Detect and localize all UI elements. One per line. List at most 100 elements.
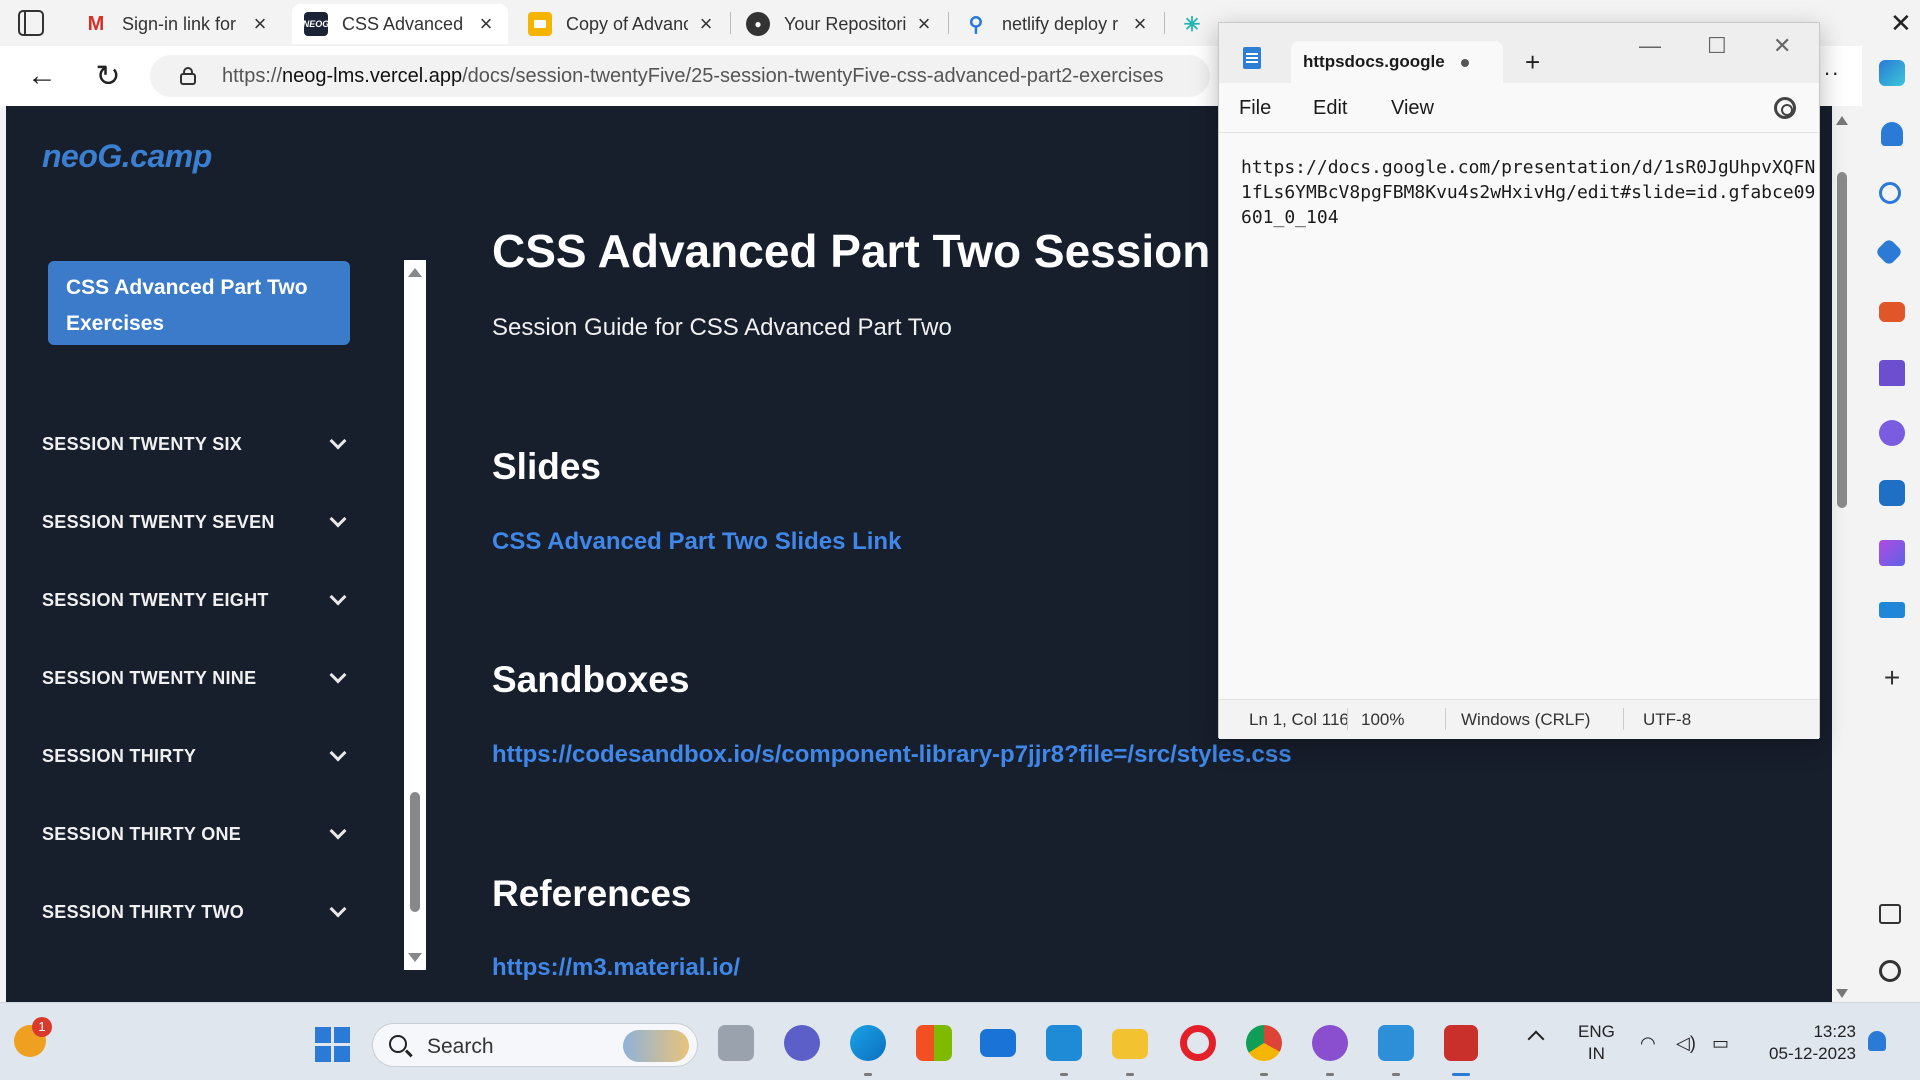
wifi-icon[interactable]: ◠ xyxy=(1640,1033,1656,1054)
scroll-down-arrow-icon[interactable] xyxy=(408,953,422,962)
neog-camp-logo[interactable]: neoG.camp xyxy=(42,138,212,175)
chevron-down-icon xyxy=(329,432,347,450)
close-icon[interactable]: ✕ xyxy=(1773,33,1791,59)
input-language[interactable]: ENG IN xyxy=(1578,1021,1615,1065)
sidebar-active-item[interactable]: CSS Advanced Part Two Exercises xyxy=(48,261,350,345)
outlook-icon[interactable] xyxy=(1879,480,1905,506)
menu-view[interactable]: View xyxy=(1391,97,1434,120)
slides-link[interactable]: CSS Advanced Part Two Slides Link xyxy=(492,528,901,556)
start-windows-icon[interactable] xyxy=(315,1027,351,1063)
window-close-icon[interactable]: ✕ xyxy=(1890,8,1912,39)
search-icon[interactable] xyxy=(1879,182,1901,204)
add-icon[interactable]: + xyxy=(1879,664,1905,692)
encoding[interactable]: UTF-8 xyxy=(1643,710,1691,730)
page-scrollbar[interactable] xyxy=(1832,106,1852,1002)
folder-icon[interactable] xyxy=(1112,1029,1148,1059)
toolbox-icon[interactable] xyxy=(1879,302,1905,322)
sidebar-toggle-icon[interactable] xyxy=(1879,904,1901,924)
tab-slides[interactable]: Copy of Advanc × xyxy=(516,4,728,44)
notepad-titlebar[interactable]: httpsdocs.google + — ☐ ✕ xyxy=(1219,23,1819,83)
sidebar-item-label: SESSION THIRTY ONE xyxy=(42,823,242,844)
running-indicator xyxy=(1260,1073,1268,1076)
gmail-icon: M xyxy=(87,12,105,35)
battery-icon[interactable]: ▭ xyxy=(1712,1033,1729,1054)
scroll-up-arrow-icon[interactable] xyxy=(1836,116,1848,125)
designer-icon[interactable] xyxy=(1879,540,1905,566)
store-icon[interactable] xyxy=(916,1025,952,1061)
menu-file[interactable]: File xyxy=(1239,97,1271,120)
sidebar-item-session-31[interactable]: SESSION THIRTY ONE xyxy=(42,816,352,852)
cursor-position: Ln 1, Col 116 xyxy=(1249,710,1349,729)
tab-css-advanced[interactable]: NEOG CSS Advanced × xyxy=(292,4,508,44)
taskbar-search[interactable]: Search xyxy=(372,1023,698,1067)
settings-gear-icon[interactable] xyxy=(1774,97,1796,119)
sidebar-item-session-29[interactable]: SESSION TWENTY NINE xyxy=(42,660,352,696)
notepad-tab-label: httpsdocs.google xyxy=(1303,52,1445,71)
chevron-down-icon xyxy=(329,822,347,840)
notification-bell-icon[interactable] xyxy=(1868,1031,1886,1051)
volume-icon[interactable]: ◁) xyxy=(1676,1033,1696,1054)
sandbox-link[interactable]: https://codesandbox.io/s/component-libra… xyxy=(492,741,1292,769)
notepad-app-icon xyxy=(1243,47,1261,69)
scroll-up-arrow-icon[interactable] xyxy=(408,268,422,277)
close-icon[interactable]: × xyxy=(1130,11,1150,37)
tab-gmail[interactable]: M Sign-in link for × xyxy=(72,4,282,44)
minimize-icon[interactable]: — xyxy=(1639,33,1661,59)
sidebar-item-session-27[interactable]: SESSION TWENTY SEVEN xyxy=(42,504,352,540)
notepad-tab[interactable]: httpsdocs.google xyxy=(1291,41,1503,83)
scrollbar-thumb[interactable] xyxy=(410,792,420,912)
menu-edit[interactable]: Edit xyxy=(1313,97,1347,120)
sidebar-item-label: SESSION TWENTY SEVEN xyxy=(42,511,275,532)
scroll-down-arrow-icon[interactable] xyxy=(1836,989,1848,998)
close-icon[interactable]: × xyxy=(476,11,496,37)
games-icon[interactable] xyxy=(1879,360,1905,386)
bell-icon[interactable] xyxy=(1881,122,1903,146)
close-icon[interactable]: × xyxy=(696,11,716,37)
sidebar-item-session-28[interactable]: SESSION TWENTY EIGHT xyxy=(42,582,352,618)
system-clock[interactable]: 13:23 05-12-2023 xyxy=(1760,1021,1856,1065)
task-view-icon[interactable] xyxy=(718,1025,754,1061)
back-arrow-icon[interactable]: ← xyxy=(24,59,60,92)
opera-icon[interactable] xyxy=(1180,1025,1216,1061)
sidebar-item-session-32[interactable]: SESSION THIRTY TWO xyxy=(42,894,352,930)
close-icon[interactable]: × xyxy=(914,11,934,37)
tab-actions-icon[interactable] xyxy=(18,10,44,36)
new-tab-plus-icon[interactable]: + xyxy=(1525,47,1540,78)
tab-netlify-docs[interactable]: ✳ xyxy=(1168,4,1218,44)
tab-netlify-search[interactable]: ⚲ netlify deploy r × xyxy=(952,4,1162,44)
microsoft-365-icon[interactable] xyxy=(1879,420,1905,446)
mail-icon[interactable] xyxy=(980,1029,1016,1057)
github-desktop-icon[interactable] xyxy=(1312,1025,1348,1061)
tab-label: CSS Advanced xyxy=(342,13,464,34)
snipping-tool-icon[interactable] xyxy=(1444,1025,1478,1061)
settings-gear-icon[interactable] xyxy=(1879,960,1901,982)
running-indicator xyxy=(864,1073,872,1076)
send-icon[interactable] xyxy=(1879,602,1905,618)
zoom-level[interactable]: 100% xyxy=(1361,710,1404,730)
show-hidden-icons-chevron-icon[interactable] xyxy=(1527,1030,1545,1048)
url-text: https://neog-lms.vercel.app/docs/session… xyxy=(222,65,1164,87)
edge-icon[interactable] xyxy=(850,1025,886,1061)
sidebar-item-session-26[interactable]: SESSION TWENTY SIX xyxy=(42,426,352,462)
chrome-icon[interactable] xyxy=(1246,1025,1282,1061)
line-endings[interactable]: Windows (CRLF) xyxy=(1461,710,1590,730)
scrollbar-thumb[interactable] xyxy=(1837,172,1847,508)
close-icon[interactable]: × xyxy=(250,11,270,37)
notepad-icon[interactable] xyxy=(1378,1025,1414,1061)
status-separator xyxy=(1445,708,1446,730)
copilot-icon[interactable] xyxy=(1879,60,1905,86)
sidebar-scrollbar[interactable] xyxy=(404,260,426,970)
sidebar-item-session-30[interactable]: SESSION THIRTY xyxy=(42,738,352,774)
vscode-icon[interactable] xyxy=(1046,1025,1082,1061)
notepad-text-area[interactable]: https://docs.google.com/presentation/d/1… xyxy=(1219,133,1819,699)
shopping-tag-icon[interactable] xyxy=(1874,237,1904,267)
reference-link[interactable]: https://m3.material.io/ xyxy=(492,954,740,982)
refresh-icon[interactable]: ↻ xyxy=(90,60,126,93)
status-separator xyxy=(1347,708,1348,730)
clock-time: 13:23 xyxy=(1813,1022,1856,1041)
tab-github[interactable]: ● Your Repositori × xyxy=(734,4,946,44)
teams-icon[interactable] xyxy=(784,1025,820,1061)
url-bar[interactable]: https://neog-lms.vercel.app/docs/session… xyxy=(150,55,1210,97)
unsaved-dot-icon[interactable] xyxy=(1461,59,1469,67)
maximize-icon[interactable]: ☐ xyxy=(1707,33,1727,59)
